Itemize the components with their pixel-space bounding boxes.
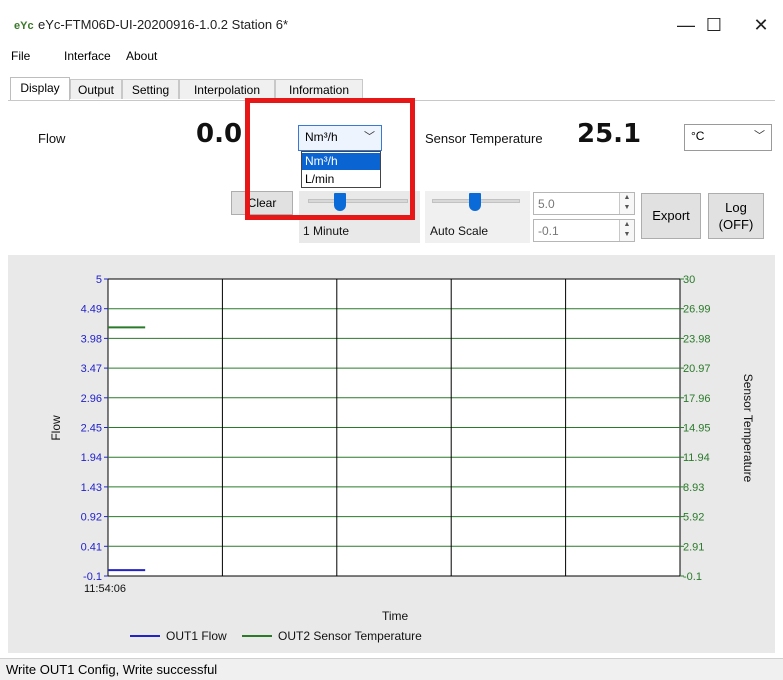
- y-tick-label: 2.96: [81, 393, 102, 405]
- y2-tick-label: 26.99: [683, 304, 711, 316]
- chart-svg: 5 4.49 3.98 3.47 2.96 2.45 1.94 1.43 0.92 0.41 -0.…: [49, 274, 755, 643]
- y-tick-label: -0.1: [83, 571, 102, 583]
- y2-tick-label: 2.91: [683, 541, 704, 553]
- y-tick-label: 3.47: [81, 363, 102, 375]
- y-tick-label: 1.43: [81, 482, 102, 494]
- y-axis-label: Flow: [49, 415, 63, 441]
- y2-tick-label: 20.97: [683, 363, 711, 375]
- y2-tick-label: -0.1: [683, 571, 702, 583]
- y2-axis-label: Sensor Temperature: [741, 374, 755, 483]
- legend-entry: OUT2 Sensor Temperature: [278, 629, 422, 643]
- y-tick-label: 1.94: [81, 452, 102, 464]
- y-tick-label: 4.49: [81, 304, 102, 316]
- legend-entry: OUT1 Flow: [166, 629, 227, 643]
- y2-tick-label: 23.98: [683, 333, 711, 345]
- x-axis-label: Time: [382, 609, 409, 623]
- y-tick-label: 0.41: [81, 541, 102, 553]
- y2-tick-label: 5.92: [683, 512, 704, 524]
- y2-tick-label: 11.94: [683, 452, 710, 464]
- y-tick-label: 3.98: [81, 333, 102, 345]
- y2-tick-label: 14.95: [683, 423, 711, 435]
- y-tick-label: 2.45: [81, 423, 102, 435]
- status-message: Write OUT1 Config, Write successful: [6, 662, 218, 677]
- y2-tick-label: 30: [683, 274, 695, 286]
- y2-tick-label: 17.96: [683, 393, 711, 405]
- y-tick-label: 5: [96, 274, 102, 286]
- x-tick-label: 11:54:06: [84, 583, 126, 595]
- y-tick-label: 0.92: [81, 512, 102, 524]
- y2-tick-label: 8.93: [683, 482, 704, 494]
